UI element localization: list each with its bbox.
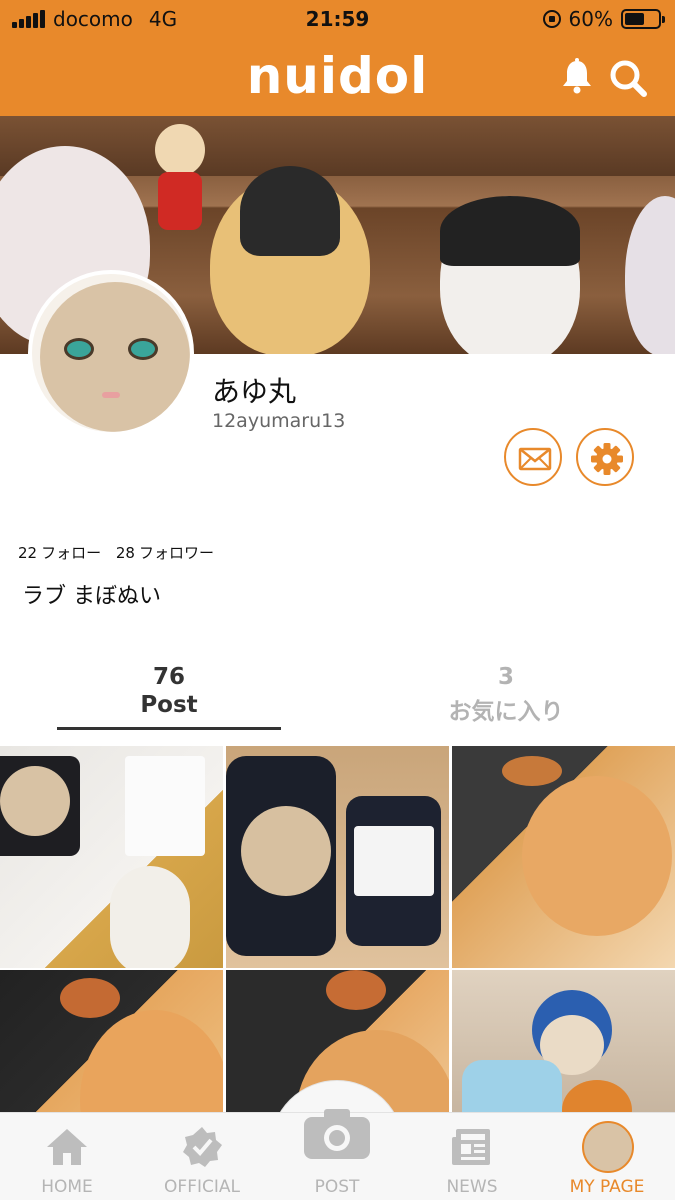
nav-home[interactable]: HOME: [2, 1113, 132, 1200]
nav-label: POST: [314, 1177, 360, 1197]
nav-label: HOME: [41, 1177, 93, 1197]
app-header: docomo 4G 21:59 60% nuidol: [0, 0, 675, 116]
post-thumbnail[interactable]: [452, 746, 675, 968]
post-thumbnail[interactable]: [0, 746, 223, 968]
profile-bio: ラブ まぼぬい: [22, 584, 161, 609]
post-thumbnail[interactable]: [226, 746, 449, 968]
bottom-nav: HOME OFFICIAL POST NEWS MY PAGE: [0, 1109, 675, 1200]
nav-label: OFFICIAL: [164, 1177, 240, 1197]
tab-posts[interactable]: 76 Post: [57, 664, 281, 718]
avatar: [582, 1121, 634, 1173]
orientation-lock-icon: [542, 10, 561, 28]
following-count[interactable]: 22: [18, 544, 37, 562]
tab-label: お気に入り: [448, 699, 564, 725]
home-icon: [47, 1129, 87, 1165]
user-id: 12ayumaru13: [212, 410, 346, 432]
tab-count: 3: [497, 664, 514, 690]
tab-count: 76: [152, 664, 185, 690]
tab-favorites[interactable]: 3 お気に入り: [394, 664, 618, 726]
nav-label: MY PAGE: [569, 1177, 645, 1197]
settings-button[interactable]: [576, 428, 634, 486]
message-button[interactable]: [504, 428, 562, 486]
camera-icon: [304, 1109, 370, 1159]
active-tab-indicator: [57, 727, 281, 730]
bell-icon[interactable]: [560, 58, 594, 94]
nav-official[interactable]: OFFICIAL: [137, 1113, 267, 1200]
cover-mask-figure: [210, 166, 370, 354]
envelope-icon: [518, 447, 552, 471]
followers-count[interactable]: 28: [116, 544, 135, 562]
search-icon[interactable]: [608, 58, 648, 98]
nav-news[interactable]: NEWS: [407, 1113, 537, 1200]
followers-label[interactable]: フォロワー: [139, 544, 214, 562]
display-name: あゆ丸: [212, 375, 297, 408]
profile-avatar[interactable]: [28, 270, 194, 436]
gear-icon: [591, 443, 623, 475]
status-bar: docomo 4G 21:59 60%: [0, 0, 675, 38]
nav-my-page[interactable]: MY PAGE: [542, 1113, 672, 1200]
newspaper-icon: [452, 1129, 490, 1165]
badge-check-icon: [183, 1127, 222, 1167]
battery-percent: 60%: [568, 7, 613, 31]
tab-label: Post: [140, 692, 198, 718]
follow-stats: 22 フォロー 28 フォロワー: [18, 542, 218, 563]
nav-post[interactable]: POST: [272, 1109, 402, 1200]
nav-label: NEWS: [446, 1177, 498, 1197]
cover-mask-figure: [440, 196, 580, 354]
cover-mask-figure: [625, 196, 675, 354]
following-label[interactable]: フォロー: [41, 544, 101, 562]
battery-icon: [621, 9, 665, 29]
cover-doll-figure: [150, 124, 210, 234]
